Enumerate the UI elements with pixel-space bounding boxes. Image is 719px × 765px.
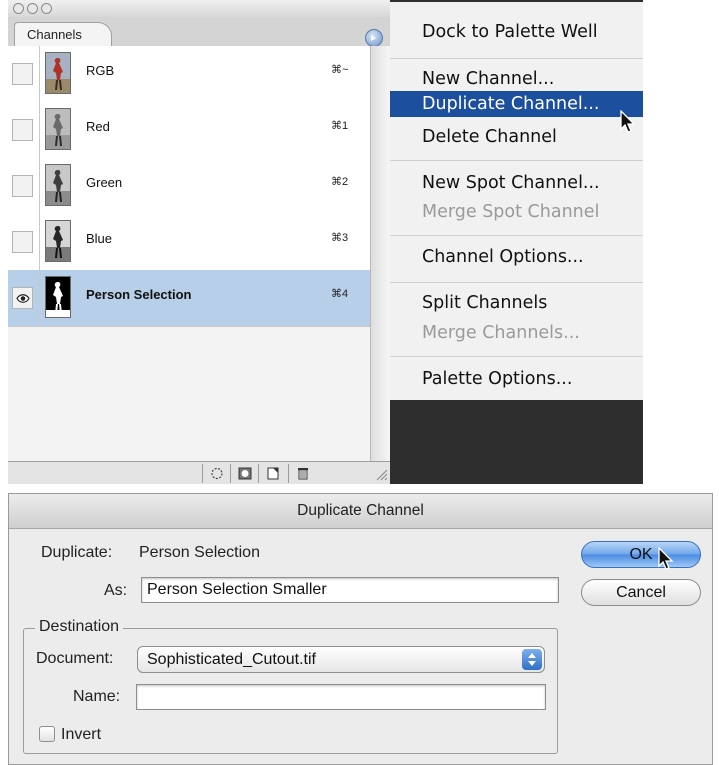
menu-item-duplicate-channel[interactable]: Duplicate Channel... bbox=[390, 91, 643, 117]
row-divider bbox=[39, 102, 40, 158]
menu-item-new-channel[interactable]: New Channel... bbox=[390, 66, 643, 92]
row-divider bbox=[39, 46, 40, 102]
mouse-pointer-icon bbox=[658, 547, 674, 570]
name-input[interactable] bbox=[136, 684, 546, 710]
channel-thumbnail-red bbox=[45, 108, 71, 150]
palette-tab-bar: Channels bbox=[8, 17, 390, 47]
channel-name: Green bbox=[86, 175, 123, 190]
palette-bottom-bar bbox=[8, 461, 390, 484]
load-selection-button[interactable] bbox=[202, 464, 230, 483]
visibility-toggle[interactable] bbox=[12, 119, 33, 141]
channel-thumbnail-rgb bbox=[45, 52, 71, 94]
channel-row-person-selection[interactable]: Person Selection ⌘4 bbox=[8, 270, 370, 327]
channel-row-red[interactable]: Red ⌘1 bbox=[8, 102, 370, 159]
menu-separator bbox=[390, 160, 643, 161]
channel-shortcut: ⌘1 bbox=[331, 120, 349, 132]
dialog-titlebar: Duplicate Channel bbox=[9, 494, 712, 529]
visibility-toggle[interactable] bbox=[12, 287, 33, 309]
invert-label: Invert bbox=[61, 726, 102, 743]
palette-titlebar bbox=[8, 0, 390, 17]
channel-thumbnail-green bbox=[45, 164, 71, 206]
duplicate-label: Duplicate: bbox=[41, 544, 113, 561]
ok-button[interactable]: OK bbox=[581, 541, 701, 568]
channel-list: RGB ⌘~ Red ⌘1 Green ⌘2 Blue ⌘3 Person Se… bbox=[8, 46, 370, 461]
menu-item-new-spot-channel[interactable]: New Spot Channel... bbox=[390, 170, 643, 196]
as-label: As: bbox=[104, 582, 128, 599]
destination-legend: Destination bbox=[35, 618, 124, 636]
delete-channel-button[interactable] bbox=[288, 464, 316, 483]
visibility-toggle[interactable] bbox=[12, 63, 33, 85]
minimize-window-icon[interactable] bbox=[27, 3, 38, 14]
channel-shortcut: ⌘3 bbox=[331, 232, 349, 244]
menu-separator bbox=[390, 356, 643, 357]
menu-separator bbox=[390, 235, 643, 236]
new-channel-button[interactable] bbox=[258, 464, 288, 483]
channel-thumbnail-blue bbox=[45, 220, 71, 262]
close-window-icon[interactable] bbox=[13, 3, 24, 14]
row-divider bbox=[39, 270, 40, 326]
document-select[interactable]: Sophisticated_Cutout.tif bbox=[137, 646, 545, 673]
channel-shortcut: ⌘2 bbox=[331, 176, 349, 188]
duplicate-value: Person Selection bbox=[139, 544, 260, 561]
zoom-window-icon[interactable] bbox=[41, 3, 52, 14]
channel-row-blue[interactable]: Blue ⌘3 bbox=[8, 214, 370, 271]
menu-item-merge-spot-channel: Merge Spot Channel bbox=[422, 202, 600, 222]
menu-item-split-channels[interactable]: Split Channels bbox=[390, 290, 643, 316]
load-selection-icon bbox=[211, 467, 223, 480]
name-label: Name: bbox=[73, 688, 121, 705]
row-divider bbox=[39, 214, 40, 270]
invert-checkbox[interactable] bbox=[39, 726, 55, 742]
document-label: Document: bbox=[36, 650, 114, 667]
visibility-toggle[interactable] bbox=[12, 231, 33, 253]
save-selection-icon bbox=[238, 467, 252, 480]
resize-grip-icon[interactable] bbox=[374, 467, 388, 481]
duplicate-channel-dialog: Duplicate Channel Duplicate: Person Sele… bbox=[8, 493, 713, 765]
tab-channels[interactable]: Channels bbox=[14, 22, 112, 46]
channel-name: Red bbox=[86, 119, 110, 134]
menu-separator bbox=[390, 282, 643, 283]
channel-name: Blue bbox=[86, 231, 113, 246]
as-name-input[interactable]: Person Selection Smaller bbox=[141, 577, 559, 603]
menu-separator bbox=[390, 58, 643, 59]
channel-thumbnail-person-selection bbox=[45, 276, 71, 318]
menu-item-palette-options[interactable]: Palette Options... bbox=[390, 366, 643, 392]
mouse-pointer-icon bbox=[620, 110, 636, 133]
menu-item-dock-to-palette-well[interactable]: Dock to Palette Well bbox=[390, 19, 643, 45]
channel-row-rgb[interactable]: RGB ⌘~ bbox=[8, 46, 370, 103]
channel-shortcut: ⌘~ bbox=[331, 64, 349, 76]
new-channel-icon bbox=[267, 467, 279, 480]
row-divider bbox=[39, 158, 40, 214]
dialog-title: Duplicate Channel bbox=[297, 502, 424, 519]
menu-panel: Dock to Palette Well New Channel... Dupl… bbox=[390, 2, 643, 400]
channel-shortcut: ⌘4 bbox=[331, 288, 349, 300]
menu-item-merge-channels: Merge Channels... bbox=[422, 323, 580, 343]
eye-icon bbox=[16, 294, 30, 303]
save-selection-button[interactable] bbox=[230, 464, 258, 483]
select-arrows-icon bbox=[522, 649, 542, 670]
palette-menu-arrow-icon[interactable] bbox=[365, 29, 383, 47]
cancel-button[interactable]: Cancel bbox=[581, 579, 701, 606]
channel-row-green[interactable]: Green ⌘2 bbox=[8, 158, 370, 215]
palette-scrollbar[interactable] bbox=[370, 46, 390, 461]
document-select-value: Sophisticated_Cutout.tif bbox=[147, 651, 316, 668]
trash-icon bbox=[298, 468, 308, 480]
visibility-toggle[interactable] bbox=[12, 175, 33, 197]
palette-flyout-menu: Dock to Palette Well New Channel... Dupl… bbox=[390, 0, 643, 484]
channel-name: RGB bbox=[86, 63, 115, 78]
channels-palette: Channels RGB ⌘~ Red ⌘1 Green ⌘2 Blue ⌘3 … bbox=[8, 0, 390, 484]
menu-item-delete-channel[interactable]: Delete Channel bbox=[390, 124, 643, 150]
menu-item-channel-options[interactable]: Channel Options... bbox=[390, 244, 643, 270]
channel-name: Person Selection bbox=[86, 287, 192, 302]
